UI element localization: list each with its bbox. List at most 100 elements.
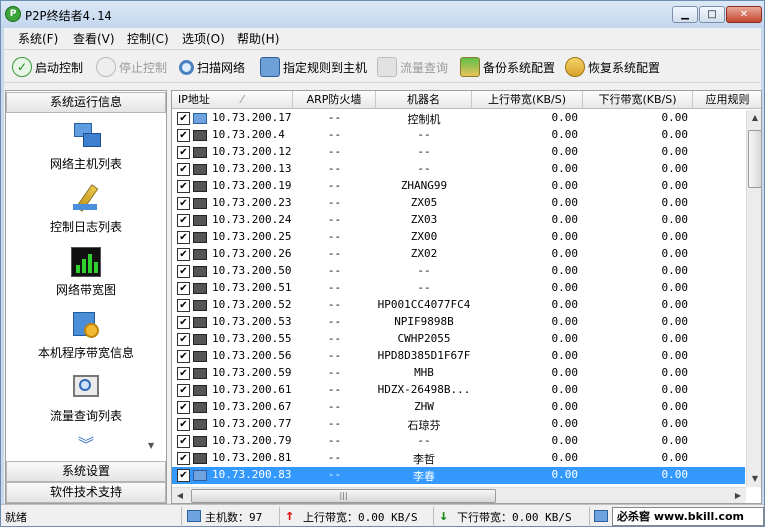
row-checkbox[interactable]: ✔ [177,214,190,227]
vertical-scrollbar[interactable]: ▲ ▼ [746,110,761,487]
row-checkbox[interactable]: ✔ [177,231,190,244]
computer-icon [193,300,207,311]
row-checkbox[interactable]: ✔ [177,452,190,465]
menu-control[interactable]: 控制(C) [127,30,169,47]
table-row[interactable]: ✔ 10.73.200.55 -- CWHP2055 0.00 0.00 [172,331,745,348]
restore-config-button[interactable]: 恢复系统配置 [565,55,660,79]
start-control-button[interactable]: ✓ 启动控制 [12,55,83,79]
scan-network-button[interactable]: 扫描网络 [179,55,245,79]
sidebar-item-local-app-bandwidth[interactable]: 本机程序带宽信息 [6,310,166,361]
table-row[interactable]: ✔ 10.73.200.12 -- -- 0.00 0.00 [172,144,745,161]
table-row[interactable]: ✔ 10.73.200.17 -- 控制机 0.00 0.00 [172,110,745,127]
table-row[interactable]: ✔ 10.73.200.23 -- ZX05 0.00 0.00 [172,195,745,212]
table-row[interactable]: ✔ 10.73.200.56 -- HPD8D385D1F67F 0.00 0.00 [172,348,745,365]
backup-config-button[interactable]: 备份系统配置 [460,55,555,79]
row-checkbox[interactable]: ✔ [177,180,190,193]
sidebar-item-label: 流量查询列表 [49,409,122,423]
table-row[interactable]: ✔ 10.73.200.53 -- NPIF9898B 0.00 0.00 [172,314,745,331]
stop-control-button[interactable]: 停止控制 [96,55,167,79]
cell-download: 0.00 [661,468,689,481]
row-checkbox[interactable]: ✔ [177,418,190,431]
close-button[interactable]: ✕ [726,6,762,23]
maximize-button[interactable]: □ [699,6,725,23]
table-row[interactable]: ✔ 10.73.200.61 -- HDZX-26498B... 0.00 0.00 [172,382,745,399]
cell-arp: -- [327,213,342,226]
table-row[interactable]: ✔ 10.73.200.13 -- -- 0.00 0.00 [172,161,745,178]
row-checkbox[interactable]: ✔ [177,316,190,329]
row-checkbox[interactable]: ✔ [177,282,190,295]
assign-rule-button[interactable]: 指定规则到主机 [260,55,367,79]
table-row[interactable]: ✔ 10.73.200.79 -- -- 0.00 0.00 [172,433,745,450]
cell-upload: 0.00 [551,298,579,311]
status-upload: 上行带宽：0.00 KB/S [303,511,418,524]
table-row[interactable]: ✔ 10.73.200.59 -- MHB 0.00 0.00 [172,365,745,382]
vertical-scroll-thumb[interactable] [748,130,761,188]
scroll-down-icon[interactable]: ▼ [747,471,761,487]
sidebar-scroll-more[interactable]: ︾ [6,437,166,453]
sidebar-dropdown-arrow-icon[interactable]: ▼ [148,441,154,450]
table-row[interactable]: ✔ 10.73.200.26 -- ZX02 0.00 0.00 [172,246,745,263]
cell-arp: -- [327,349,342,362]
cell-upload: 0.00 [551,281,579,294]
watermark: 必杀窖 www.bkill.com [612,507,764,526]
row-checkbox[interactable]: ✔ [177,384,190,397]
row-checkbox[interactable]: ✔ [177,299,190,312]
restore-icon [565,57,585,77]
table-row[interactable]: ✔ 10.73.200.51 -- -- 0.00 0.00 [172,280,745,297]
row-checkbox[interactable]: ✔ [177,435,190,448]
row-checkbox[interactable]: ✔ [177,469,190,482]
column-upload[interactable]: 上行带宽(KB/S) [472,91,583,109]
sidebar-item-network-hosts[interactable]: 网络主机列表 [6,121,166,172]
row-checkbox[interactable]: ✔ [177,265,190,278]
horizontal-scroll-thumb[interactable]: ||| [191,489,496,503]
column-arp[interactable]: ARP防火墙 [293,91,376,109]
table-row[interactable]: ✔ 10.73.200.67 -- ZHW 0.00 0.00 [172,399,745,416]
row-checkbox[interactable]: ✔ [177,401,190,414]
host-table: IP地址 ⁄ ARP防火墙 机器名 上行带宽(KB/S) 下行带宽(KB/S) … [171,90,762,504]
sidebar-header[interactable]: 系统运行信息 [6,92,166,113]
column-download[interactable]: 下行带宽(KB/S) [583,91,693,109]
row-checkbox[interactable]: ✔ [177,248,190,261]
status-download: 下行带宽：0.00 KB/S [457,511,572,524]
row-checkbox[interactable]: ✔ [177,367,190,380]
row-checkbox[interactable]: ✔ [177,112,190,125]
table-row[interactable]: ✔ 10.73.200.19 -- ZHANG99 0.00 0.00 [172,178,745,195]
cell-upload: 0.00 [551,145,579,158]
title-bar[interactable]: P P2P终结者4.14 ▁ □ ✕ [1,1,764,28]
column-hostname[interactable]: 机器名 [376,91,472,109]
traffic-query-button[interactable]: 流量查询 [377,55,448,79]
row-checkbox[interactable]: ✔ [177,197,190,210]
table-row[interactable]: ✔ 10.73.200.24 -- ZX03 0.00 0.00 [172,212,745,229]
minimize-button[interactable]: ▁ [672,6,698,23]
table-row[interactable]: ✔ 10.73.200.4 -- -- 0.00 0.00 [172,127,745,144]
table-row[interactable]: ✔ 10.73.200.77 -- 石琼芬 0.00 0.00 [172,416,745,433]
menu-view[interactable]: 查看(V) [73,30,115,47]
row-checkbox[interactable]: ✔ [177,350,190,363]
menu-help[interactable]: 帮助(H) [237,30,279,47]
row-checkbox[interactable]: ✔ [177,163,190,176]
scroll-right-icon[interactable]: ▶ [730,488,746,503]
cell-hostname: 石琼芬 [407,419,441,432]
scroll-left-icon[interactable]: ◀ [172,488,188,503]
row-checkbox[interactable]: ✔ [177,129,190,142]
table-row[interactable]: ✔ 10.73.200.81 -- 李哲 0.00 0.00 [172,450,745,467]
table-row[interactable]: ✔ 10.73.200.50 -- -- 0.00 0.00 [172,263,745,280]
table-row[interactable]: ✔ 10.73.200.83 -- 李春 0.00 0.00 [172,467,745,484]
menu-system[interactable]: 系统(F) [18,30,58,47]
sidebar-section-support[interactable]: 软件技术支持 [6,482,166,503]
sidebar-item-control-log[interactable]: 控制日志列表 [6,184,166,235]
column-rules[interactable]: 应用规则 [693,91,761,109]
table-row[interactable]: ✔ 10.73.200.52 -- HP001CC4077FC4 0.00 0.00 [172,297,745,314]
sidebar-item-traffic-query[interactable]: 流量查询列表 [6,373,166,424]
sidebar-item-bandwidth-chart[interactable]: 网络带宽图 [6,247,166,298]
menu-options[interactable]: 选项(O) [182,30,225,47]
start-control-label: 启动控制 [35,60,84,75]
row-checkbox[interactable]: ✔ [177,333,190,346]
horizontal-scrollbar[interactable]: ◀ ||| ▶ [172,487,746,503]
table-row[interactable]: ✔ 10.73.200.25 -- ZX00 0.00 0.00 [172,229,745,246]
column-ip[interactable]: IP地址 ⁄ [172,91,293,109]
sidebar-section-settings[interactable]: 系统设置 [6,461,166,482]
scroll-up-icon[interactable]: ▲ [747,110,761,126]
row-checkbox[interactable]: ✔ [177,146,190,159]
computer-icon [193,351,207,362]
